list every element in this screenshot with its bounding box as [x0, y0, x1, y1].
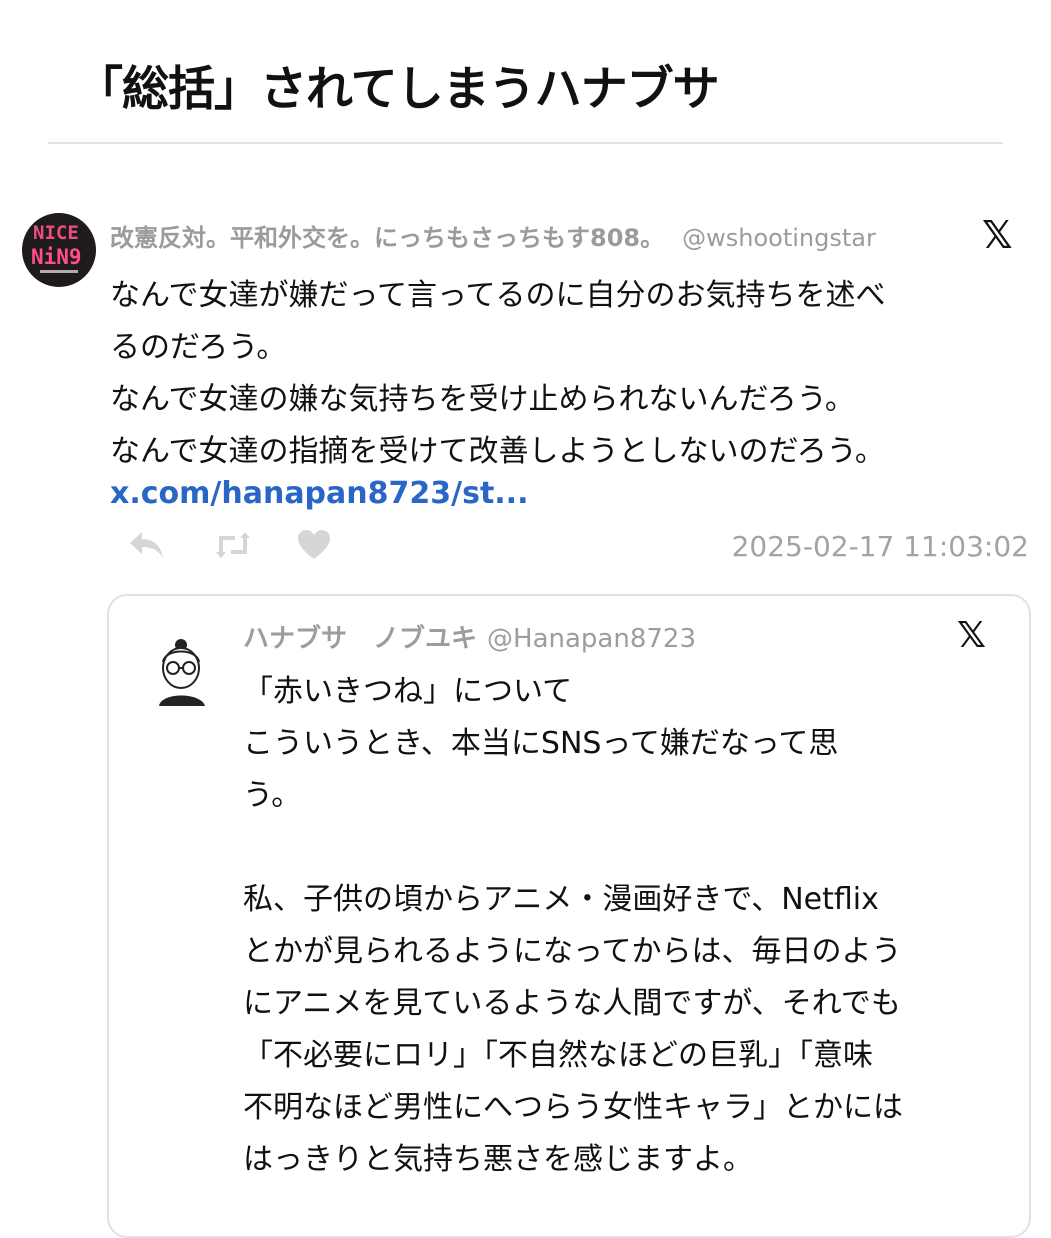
quoted-text-line: 「赤いきつね」について [243, 674, 573, 709]
title-divider [48, 142, 1003, 144]
tweet-text-line: なんで女達が嫌だって言ってるのに自分のお気持ちを述べ [110, 278, 886, 313]
quoted-text-line: 不明なほど男性にへつらう女性キャラ」とかには [243, 1090, 903, 1125]
author-handle[interactable]: @wshootingstar [682, 224, 876, 252]
avatar-text-top: NICE [33, 222, 79, 244]
heart-icon[interactable] [296, 528, 332, 569]
quoted-author-avatar[interactable] [153, 636, 215, 706]
quoted-tweet-card[interactable]: ハナブサ ノブユキ @Hanapan8723 𝕏 「赤いきつね」について こういう… [107, 594, 1031, 1238]
quoted-text-line: はっきりと気持ち悪さを感じますよ。 [243, 1142, 753, 1177]
author-avatar[interactable]: NICE NiN9 [22, 213, 96, 287]
tweet-link[interactable]: x.com/hanapan8723/st... [110, 468, 528, 520]
reply-icon[interactable] [128, 528, 166, 569]
quoted-text-line: 「不必要にロリ」「不自然なほどの巨乳」「意味 [243, 1038, 873, 1073]
avatar-underline [40, 270, 78, 273]
tweet-author[interactable]: 改憲反対。平和外交を。にっちもさっちもす808。 @wshootingstar [110, 218, 876, 253]
retweet-icon[interactable] [213, 528, 253, 569]
quoted-text-line: こういうとき、本当にSNSって嫌だなって思 [243, 726, 839, 761]
avatar-text-bottom: NiN9 [31, 245, 82, 269]
quoted-author[interactable]: ハナブサ ノブユキ @Hanapan8723 [243, 618, 696, 655]
quoted-author-handle[interactable]: @Hanapan8723 [487, 624, 696, 654]
tweet-text-line: るのだろう。 [110, 330, 287, 365]
quoted-text-line: にアニメを見ているような人間ですが、それでも [243, 986, 901, 1021]
page-title: 「総括」されてしまうハナブサ [76, 62, 720, 117]
tweet-text-line: なんで女達の嫌な気持ちを受け止められないんだろう。 [110, 382, 855, 417]
quoted-text-line: う。 [243, 778, 302, 813]
quoted-text-line: とかが見られるようになってからは、毎日のよう [243, 934, 902, 969]
x-logo-icon[interactable]: 𝕏 [982, 216, 1013, 254]
quoted-tweet-text: 「赤いきつね」について こういうとき、本当にSNSって嫌だなって思 う。 私、子… [243, 666, 1003, 1186]
quoted-author-name[interactable]: ハナブサ ノブユキ [243, 624, 477, 654]
quoted-text-line [243, 822, 1003, 874]
quoted-text-line: 私、子供の頃からアニメ・漫画好きで、Netflix [243, 882, 879, 917]
author-name[interactable]: 改憲反対。平和外交を。にっちもさっちもす808。 [110, 224, 664, 252]
tweet-text: なんで女達が嫌だって言ってるのに自分のお気持ちを述べ るのだろう。 なんで女達の… [110, 270, 1020, 478]
tweet-timestamp[interactable]: 2025-02-17 11:03:02 [732, 530, 1029, 563]
x-logo-icon[interactable]: 𝕏 [957, 618, 986, 654]
